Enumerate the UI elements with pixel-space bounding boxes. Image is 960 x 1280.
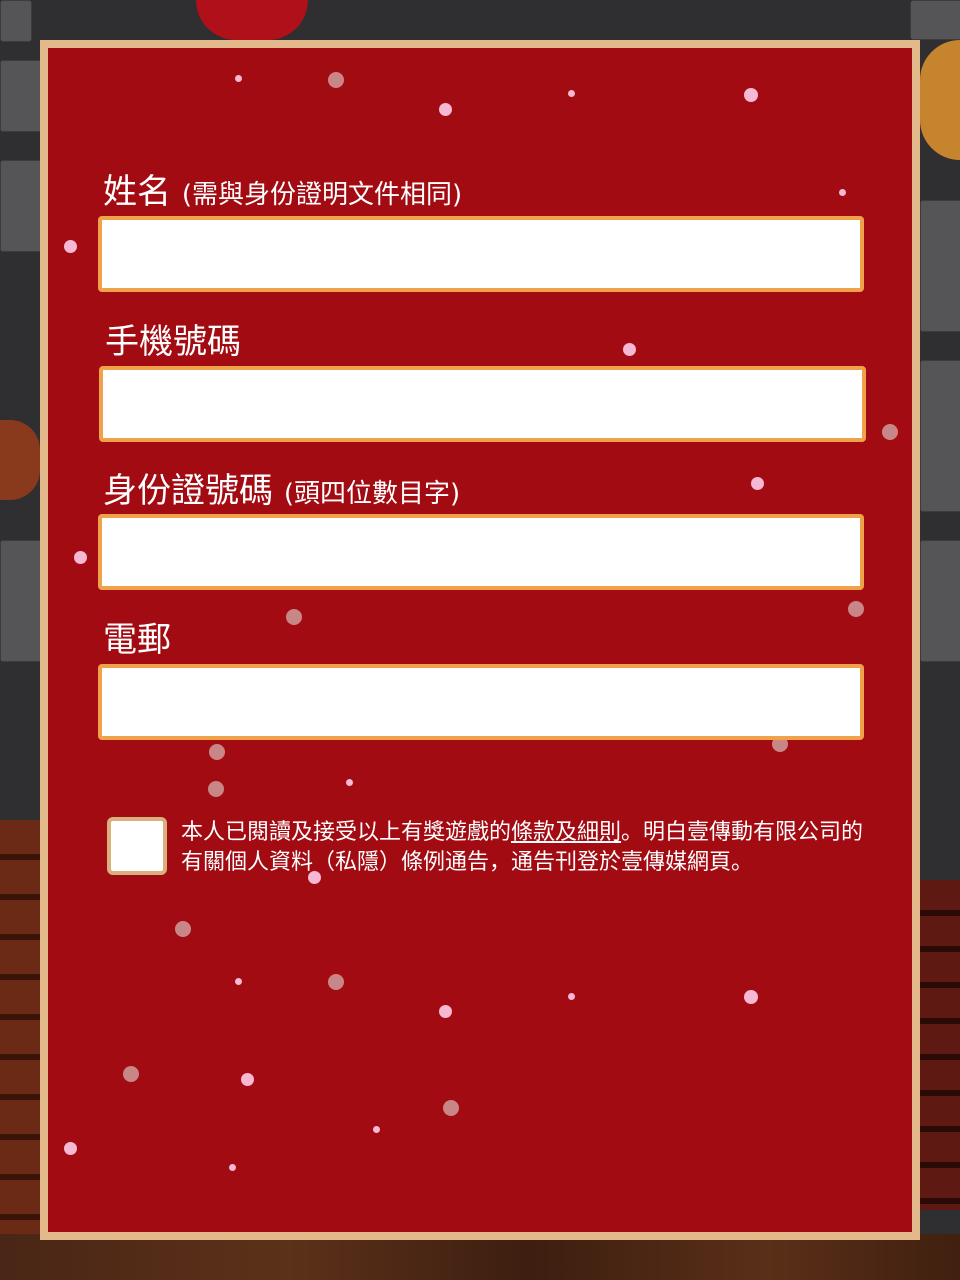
snow-dot xyxy=(744,990,758,1004)
snow-dot xyxy=(568,90,575,97)
snow-dot xyxy=(235,978,242,985)
snow-dot xyxy=(439,1005,452,1018)
snow-dot xyxy=(286,609,302,625)
terms-link[interactable]: 條款及細則 xyxy=(511,820,621,845)
name-input[interactable] xyxy=(98,216,864,292)
snow-dot xyxy=(241,1073,254,1086)
name-label: 姓名 (需與身份證明文件相同) xyxy=(103,172,462,215)
name-label-text: 姓名 xyxy=(103,172,171,212)
snow-dot xyxy=(443,1100,459,1116)
mobile-label: 手機號碼 xyxy=(105,322,241,362)
id-number-input[interactable] xyxy=(98,514,864,590)
snow-dot xyxy=(623,343,636,356)
snow-dot xyxy=(74,551,87,564)
consent-text-before: 本人已閱讀及接受以上有獎遊戲的 xyxy=(181,820,512,845)
wall-brick xyxy=(0,0,32,42)
email-input[interactable] xyxy=(98,664,864,740)
id-number-label: 身份證號碼 (頭四位數目字) xyxy=(103,471,460,514)
wall-brick xyxy=(920,540,960,662)
snow-dot xyxy=(328,974,344,990)
mobile-input[interactable] xyxy=(99,366,866,442)
registration-form-panel: 姓名 (需與身份證明文件相同) 手機號碼 身份證號碼 (頭四位數目字) 電郵 本… xyxy=(40,40,920,1240)
snow-dot xyxy=(235,75,242,82)
snow-dot xyxy=(751,477,764,490)
wooden-shelf xyxy=(0,820,40,1240)
wall-brick xyxy=(920,200,960,332)
snow-dot xyxy=(64,240,77,253)
wall-brick xyxy=(920,360,960,512)
snow-dot xyxy=(373,1126,380,1133)
snow-dot xyxy=(123,1066,139,1082)
email-label: 電郵 xyxy=(103,620,171,660)
snow-dot xyxy=(208,781,224,797)
snow-dot xyxy=(175,921,191,937)
consent-checkbox[interactable] xyxy=(107,817,167,875)
cookie-decoration-icon xyxy=(920,40,960,160)
wall-brick xyxy=(0,540,42,662)
christmas-ornament-icon xyxy=(196,0,308,40)
name-label-hint: (需與身份證明文件相同) xyxy=(181,180,463,210)
snow-dot xyxy=(839,189,846,196)
gingerbread-cookie-icon xyxy=(0,420,40,500)
snow-dot xyxy=(848,601,864,617)
snow-dot xyxy=(882,424,898,440)
snow-dot xyxy=(346,779,353,786)
wall-brick xyxy=(0,160,42,252)
id-number-label-hint: (頭四位數目字) xyxy=(283,479,461,509)
snow-dot xyxy=(209,744,225,760)
id-number-label-text: 身份證號碼 xyxy=(103,471,273,511)
snow-dot xyxy=(229,1164,236,1171)
snow-dot xyxy=(64,1142,77,1155)
consent-text: 本人已閱讀及接受以上有獎遊戲的條款及細則。明白壹傳動有限公司的有關個人資料（私隱… xyxy=(181,818,881,878)
wooden-shelf xyxy=(920,880,960,1210)
wall-brick xyxy=(910,0,960,40)
wooden-floor xyxy=(0,1234,960,1280)
mobile-label-text: 手機號碼 xyxy=(105,322,241,362)
snow-dot xyxy=(328,72,344,88)
wall-brick xyxy=(0,60,42,132)
email-label-text: 電郵 xyxy=(103,620,171,660)
snow-dot xyxy=(568,993,575,1000)
snow-dot xyxy=(744,88,758,102)
snow-dot xyxy=(439,103,452,116)
